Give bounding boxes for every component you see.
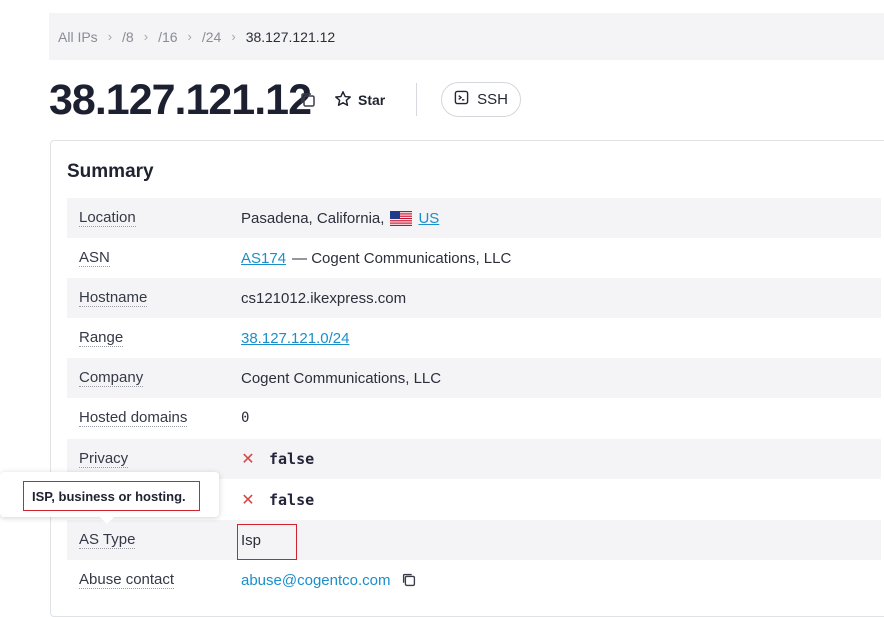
terminal-icon: [454, 90, 469, 109]
company-value: Cogent Communications, LLC: [241, 369, 442, 387]
tooltip-text: ISP, business or hosting.: [23, 481, 200, 511]
row-key[interactable]: Company: [79, 369, 144, 387]
chevron-right-icon: ›: [143, 29, 149, 44]
privacy-value: false: [269, 450, 315, 468]
row-key[interactable]: Privacy: [79, 450, 129, 468]
as-type-highlight: [237, 524, 297, 560]
breadcrumb-slash-8[interactable]: /8: [122, 29, 134, 45]
hosted-domains-value: 0: [241, 410, 250, 426]
country-link[interactable]: US: [418, 210, 439, 227]
us-flag-icon: [390, 210, 413, 226]
row-value: ✕ false: [241, 449, 314, 469]
abuse-email-link[interactable]: abuse@cogentco.com: [241, 572, 390, 589]
breadcrumb-current: 38.127.121.12: [245, 28, 336, 45]
star-icon: [334, 90, 352, 111]
row-key[interactable]: Range: [79, 329, 124, 347]
row-value: 38.127.121.0/24: [241, 330, 349, 347]
row-range: Range 38.127.121.0/24: [67, 318, 881, 358]
hostname-value: cs121012.ikexpress.com: [241, 289, 407, 307]
row-key[interactable]: Location: [79, 209, 136, 227]
row-value: ✕ false: [241, 490, 314, 510]
asn-org-text: — Cogent Communications, LLC: [292, 249, 512, 267]
location-text: Pasadena, California,: [241, 209, 385, 227]
range-link[interactable]: 38.127.121.0/24: [241, 330, 349, 347]
row-value: Pasadena, California, US: [241, 210, 439, 227]
breadcrumb-all-ips[interactable]: All IPs: [58, 29, 98, 45]
row-company: Company Cogent Communications, LLC: [67, 358, 881, 398]
x-icon: ✕: [241, 492, 255, 509]
x-icon: ✕: [241, 451, 255, 468]
row-key[interactable]: Abuse contact: [79, 571, 175, 589]
summary-title: Summary: [67, 161, 154, 182]
breadcrumb: All IPs › /8 › /16 › /24 › 38.127.121.12: [49, 13, 884, 60]
row-value: abuse@cogentco.com: [241, 571, 418, 589]
chevron-right-icon: ›: [107, 29, 113, 44]
tooltip-arrow: [99, 516, 115, 524]
row-abuse-contact: Abuse contact abuse@cogentco.com: [67, 560, 881, 600]
copy-icon[interactable]: [400, 571, 418, 589]
page-title: 38.127.121.12: [49, 76, 312, 124]
anycast-value: false: [269, 491, 315, 509]
breadcrumb-slash-24[interactable]: /24: [202, 29, 221, 45]
star-label: Star: [358, 92, 386, 108]
chevron-right-icon: ›: [231, 29, 236, 44]
header-divider: [416, 83, 417, 116]
row-key[interactable]: Hosted domains: [79, 409, 188, 427]
row-asn: ASN AS174 — Cogent Communications, LLC: [67, 238, 881, 278]
row-key[interactable]: ASN: [79, 249, 110, 267]
star-button[interactable]: Star: [334, 87, 385, 113]
copy-icon[interactable]: [298, 90, 318, 110]
row-key[interactable]: Hostname: [79, 289, 148, 307]
row-hostname: Hostname cs121012.ikexpress.com: [67, 278, 881, 318]
tooltip: ISP, business or hosting.: [0, 472, 219, 524]
row-location: Location Pasadena, California, US: [67, 198, 881, 238]
asn-link[interactable]: AS174: [241, 250, 286, 267]
row-key[interactable]: AS Type: [79, 531, 136, 549]
row-hosted-domains: Hosted domains 0: [67, 398, 881, 438]
row-as-type: AS Type Isp: [67, 520, 881, 560]
row-value: AS174 — Cogent Communications, LLC: [241, 250, 511, 267]
summary-card: Summary Location Pasadena, California, U…: [50, 140, 884, 617]
breadcrumb-slash-16[interactable]: /16: [158, 29, 177, 45]
chevron-right-icon: ›: [187, 29, 192, 44]
ssh-label: SSH: [477, 91, 508, 108]
ssh-button[interactable]: SSH: [441, 82, 521, 117]
